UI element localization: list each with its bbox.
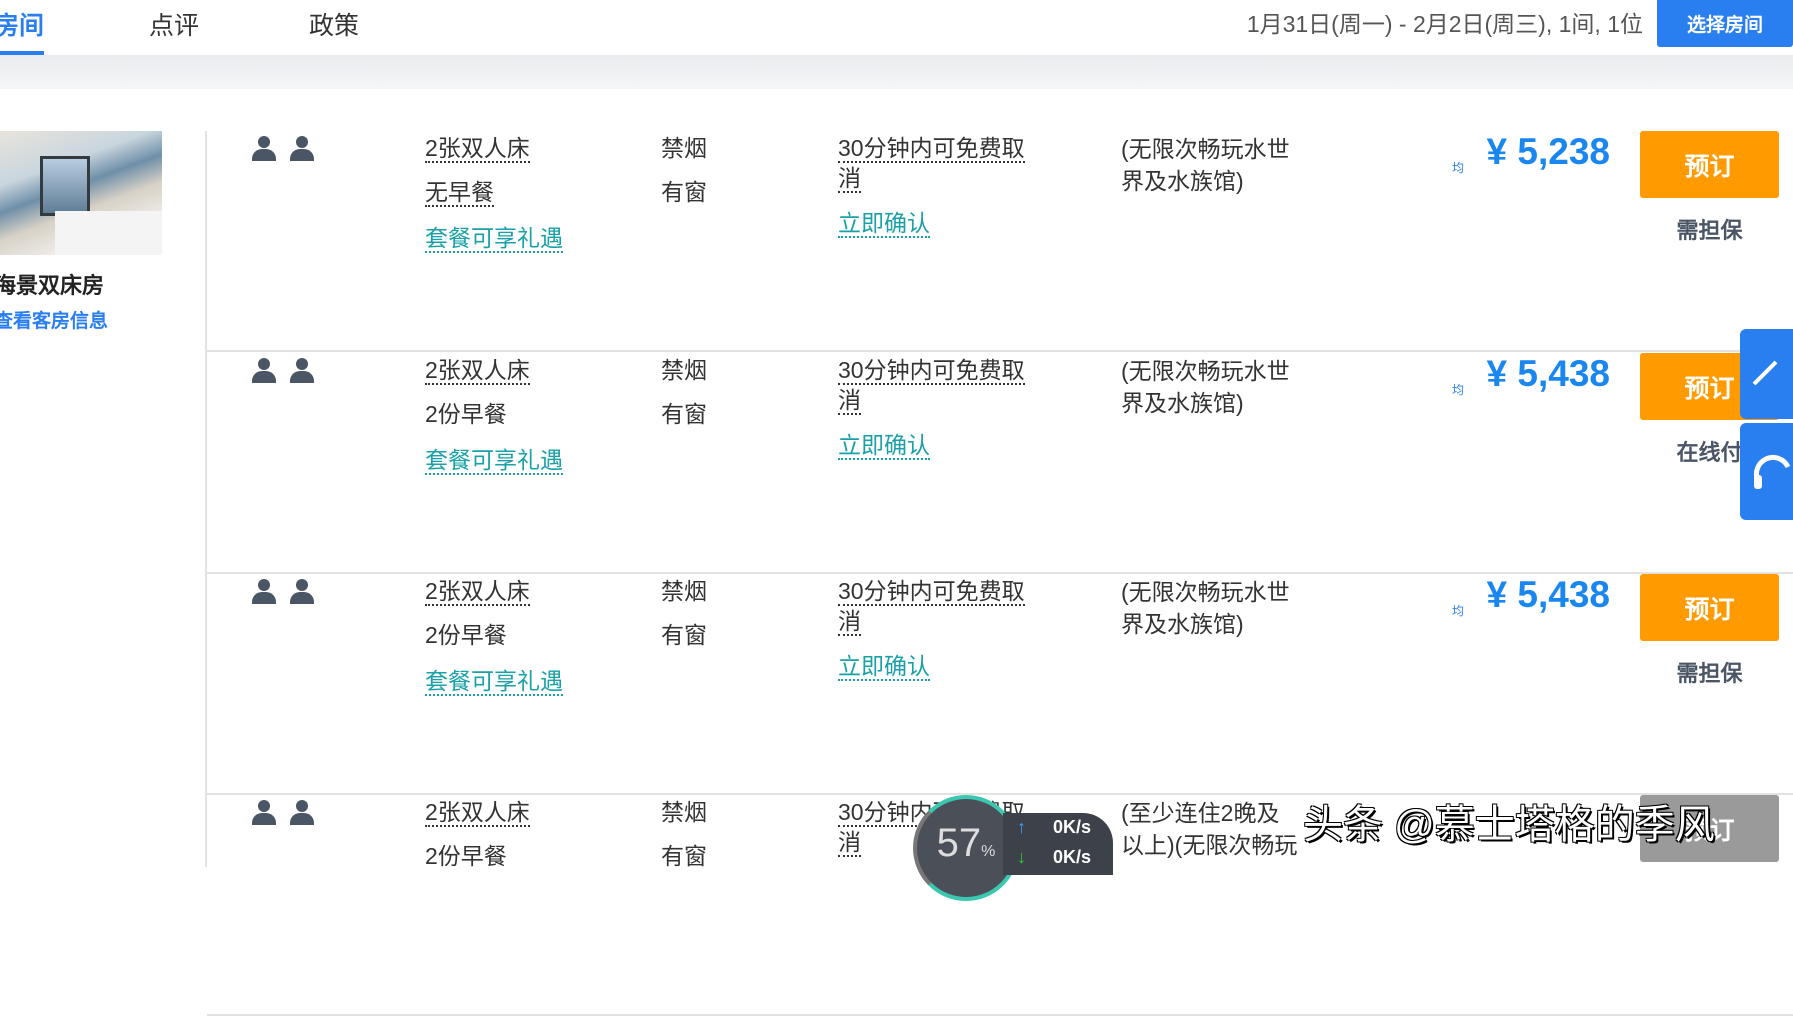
person-icon: [290, 579, 314, 607]
rate-row: 2张双人床 无早餐套餐可享礼遇 禁烟 有窗 30分钟内可免费取消立即确认 (无限次畅…: [207, 131, 1793, 352]
note-line: (无限次畅玩水世: [1121, 136, 1290, 162]
package-note: (无限次畅玩水世 界及水族馆): [1121, 355, 1290, 419]
avg-label: 均: [1452, 604, 1465, 618]
speed-panel: ↑ 0K/s ↓ 0K/s: [1003, 813, 1113, 875]
tab-policy[interactable]: 政策: [309, 6, 359, 42]
occupancy-icon: [252, 579, 314, 607]
avg-label: 均: [1452, 161, 1465, 175]
smoking-policy: 禁烟: [661, 135, 707, 161]
note-line: (无限次畅玩水世: [1121, 579, 1290, 605]
book-button[interactable]: 预订: [1640, 131, 1779, 198]
headset-icon: [1753, 454, 1791, 489]
note-line: (至少连住2晚及: [1121, 800, 1280, 826]
customer-service-button[interactable]: [1740, 423, 1793, 520]
rate-row: 2张双人床 2份早餐套餐可享礼遇 禁烟 有窗 30分钟内可免费取消立即确认 (无限次…: [207, 353, 1793, 574]
room-title: 海景双床房: [0, 273, 105, 298]
download-arrow-icon: ↓: [1017, 847, 1026, 867]
instant-confirm[interactable]: 立即确认: [838, 653, 930, 681]
smoking-policy: 禁烟: [661, 799, 707, 825]
payment-type: 需担保: [1676, 218, 1743, 243]
top-nav: 房间 点评 政策 1月31日(周一) - 2月2日(周三), 1间, 1位 选择…: [0, 0, 1793, 56]
date-guest-summary[interactable]: 1月31日(周一) - 2月2日(周三), 1间, 1位: [1247, 5, 1643, 39]
download-speed: 0K/s: [1053, 847, 1092, 867]
price: ¥ 5,438: [1486, 574, 1610, 615]
package-note: (无限次畅玩水世 界及水族馆): [1121, 576, 1290, 640]
instant-confirm[interactable]: 立即确认: [838, 432, 930, 460]
person-icon: [290, 358, 314, 386]
window-info: 有窗: [661, 179, 707, 205]
person-icon: [252, 579, 276, 607]
room-photo[interactable]: [0, 131, 162, 255]
instant-confirm[interactable]: 立即确认: [838, 210, 930, 238]
network-speed-widget[interactable]: 57% ↑ 0K/s ↓ 0K/s: [913, 795, 1113, 901]
payment-type: 需担保: [1676, 661, 1743, 686]
cancel-policy[interactable]: 30分钟内可免费取: [838, 135, 1025, 163]
note-line: 界及水族馆): [1121, 390, 1244, 416]
select-room-button[interactable]: 选择房间: [1657, 0, 1793, 47]
note-line: 以上)(无限次畅玩: [1121, 832, 1298, 858]
note-line: 界及水族馆): [1121, 611, 1244, 637]
person-icon: [252, 358, 276, 386]
cancel-policy[interactable]: 30分钟内可免费取: [838, 357, 1025, 385]
watermark: 头条 @慕士塔格的季风: [1303, 803, 1715, 847]
note-line: 界及水族馆): [1121, 168, 1244, 194]
package-perk-link[interactable]: 套餐可享礼遇: [425, 447, 563, 475]
bed-type[interactable]: 2张双人床: [425, 135, 530, 163]
back-to-top-button[interactable]: [1740, 329, 1793, 419]
price: ¥ 5,238: [1486, 131, 1610, 172]
package-note: (至少连住2晚及 以上)(无限次畅玩: [1121, 797, 1297, 861]
price: ¥ 5,438: [1486, 353, 1610, 394]
smoking-policy: 禁烟: [661, 357, 707, 383]
note-line: (无限次畅玩水世: [1121, 358, 1290, 384]
occupancy-icon: [252, 136, 314, 164]
bed-type[interactable]: 2张双人床: [425, 799, 530, 827]
occupancy-icon: [252, 800, 314, 828]
breakfast: 2份早餐: [425, 622, 507, 648]
window-info: 有窗: [661, 401, 707, 427]
upload-speed: 0K/s: [1053, 817, 1092, 837]
tab-reviews[interactable]: 点评: [149, 6, 199, 42]
person-icon: [252, 800, 276, 828]
bed-type[interactable]: 2张双人床: [425, 578, 530, 606]
bed-type[interactable]: 2张双人床: [425, 357, 530, 385]
package-perk-link[interactable]: 套餐可享礼遇: [425, 668, 563, 696]
avg-label: 均: [1452, 383, 1465, 397]
cancel-policy-cont[interactable]: 消: [838, 165, 861, 193]
tab-rooms[interactable]: 房间: [0, 6, 45, 56]
breakfast: 2份早餐: [425, 843, 507, 869]
gauge-percent: 57: [936, 821, 982, 865]
gauge-percent-unit: %: [981, 843, 996, 860]
room-info-link[interactable]: 查看客房信息: [0, 306, 108, 333]
cancel-policy-cont[interactable]: 消: [838, 608, 861, 636]
person-icon: [290, 136, 314, 164]
divider-band: [0, 55, 1793, 89]
cancel-policy-cont[interactable]: 消: [838, 829, 861, 857]
rate-row: 2张双人床 2份早餐套餐可享礼遇 禁烟 有窗 30分钟内可免费取消立即确认 (无限次…: [207, 574, 1793, 795]
smoking-policy: 禁烟: [661, 578, 707, 604]
cancel-policy[interactable]: 30分钟内可免费取: [838, 578, 1025, 606]
package-note: (无限次畅玩水世 界及水族馆): [1121, 133, 1290, 197]
occupancy-icon: [252, 358, 314, 386]
chevron-up-icon: [1752, 360, 1778, 386]
person-icon: [290, 800, 314, 828]
breakfast[interactable]: 无早餐: [425, 179, 494, 207]
package-perk-link[interactable]: 套餐可享礼遇: [425, 225, 563, 253]
window-info: 有窗: [661, 622, 707, 648]
person-icon: [252, 136, 276, 164]
book-button[interactable]: 预订: [1640, 574, 1779, 641]
upload-arrow-icon: ↑: [1017, 817, 1026, 837]
cancel-policy-cont[interactable]: 消: [838, 387, 861, 415]
breakfast: 2份早餐: [425, 401, 507, 427]
